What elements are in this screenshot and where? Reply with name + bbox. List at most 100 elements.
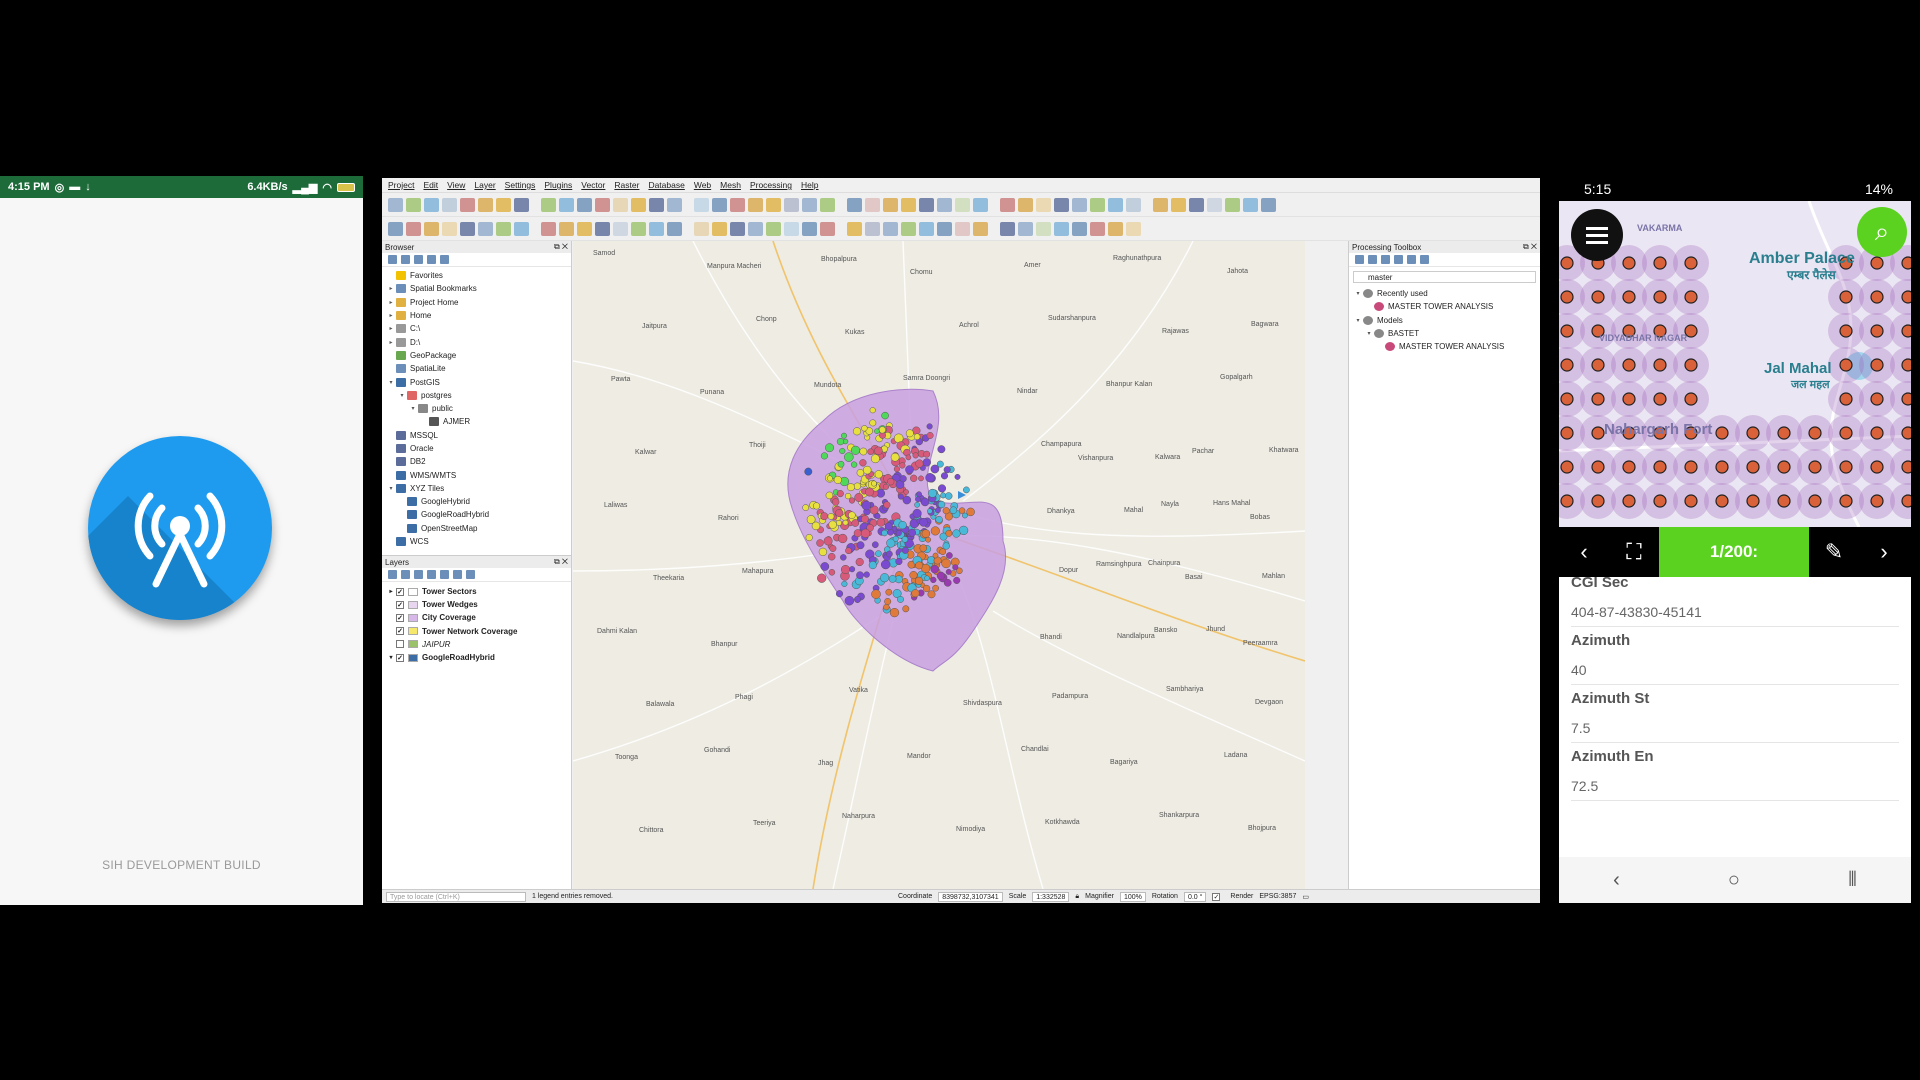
- processing-item[interactable]: ▾ Recently used: [1349, 287, 1540, 300]
- expand-arrow-icon[interactable]: ▸: [386, 312, 396, 319]
- tool-icon[interactable]: [1072, 221, 1087, 236]
- tool-icon[interactable]: [1054, 221, 1069, 236]
- layer-item[interactable]: ✓ City Coverage: [382, 611, 571, 624]
- tool-icon[interactable]: [955, 197, 970, 212]
- crs-button[interactable]: EPSG:3857: [1259, 893, 1296, 900]
- tool-icon[interactable]: [1018, 197, 1033, 212]
- tool-icon[interactable]: [1189, 197, 1204, 212]
- messages-icon[interactable]: ▭: [1302, 893, 1309, 901]
- tool-icon[interactable]: [712, 197, 727, 212]
- browser-item[interactable]: ▾ PostGIS: [382, 375, 571, 388]
- expand-arrow-icon[interactable]: ▸: [386, 285, 396, 292]
- tool-icon[interactable]: [460, 221, 475, 236]
- visibility-icon[interactable]: [414, 570, 423, 579]
- tool-icon[interactable]: [424, 221, 439, 236]
- back-icon[interactable]: ‹: [1613, 869, 1620, 892]
- tool-icon[interactable]: [919, 221, 934, 236]
- tool-icon[interactable]: [694, 197, 709, 212]
- tool-icon[interactable]: [406, 221, 421, 236]
- coordinate-field[interactable]: 8398732,3107341: [938, 891, 1003, 902]
- tool-icon[interactable]: [955, 221, 970, 236]
- radio-tower-icon[interactable]: [88, 436, 272, 620]
- tool-icon[interactable]: [802, 221, 817, 236]
- browser-item[interactable]: MSSQL: [382, 429, 571, 442]
- expand-arrow-icon[interactable]: ▾: [386, 485, 396, 492]
- collapse-icon[interactable]: [453, 570, 462, 579]
- previous-button[interactable]: ‹: [1559, 527, 1609, 577]
- tool-icon[interactable]: [595, 197, 610, 212]
- tool-icon[interactable]: [460, 197, 475, 212]
- browser-item[interactable]: Oracle: [382, 442, 571, 455]
- menu-item[interactable]: Web: [694, 180, 711, 190]
- layer-item[interactable]: ▸ ✓ Tower Sectors: [382, 585, 571, 598]
- browser-item[interactable]: GoogleRoadHybrid: [382, 508, 571, 521]
- processing-item[interactable]: MASTER TOWER ANALYSIS: [1349, 300, 1540, 313]
- info-icon[interactable]: [440, 255, 449, 264]
- browser-item[interactable]: OpenStreetMap: [382, 522, 571, 535]
- menu-item[interactable]: Raster: [614, 180, 639, 190]
- tool-icon[interactable]: [748, 197, 763, 212]
- tool-icon[interactable]: [514, 197, 529, 212]
- tool-icon[interactable]: [901, 197, 916, 212]
- tool-icon[interactable]: [784, 221, 799, 236]
- tool-icon[interactable]: [748, 221, 763, 236]
- browser-item[interactable]: ▾ public: [382, 402, 571, 415]
- tool-icon[interactable]: [865, 221, 880, 236]
- expand-arrow-icon[interactable]: ▸: [386, 325, 396, 332]
- layer-visibility-checkbox[interactable]: ✓: [396, 627, 404, 636]
- attribute-value[interactable]: 404-87-43830-45141: [1571, 597, 1899, 627]
- tool-icon[interactable]: [1126, 221, 1141, 236]
- menu-item[interactable]: Processing: [750, 180, 792, 190]
- browser-item[interactable]: ▸ C:\: [382, 322, 571, 335]
- tool-icon[interactable]: [631, 221, 646, 236]
- browser-item[interactable]: ▾ XYZ Tiles: [382, 482, 571, 495]
- tool-icon[interactable]: [694, 221, 709, 236]
- tool-icon[interactable]: [613, 221, 628, 236]
- refresh-icon[interactable]: [401, 255, 410, 264]
- filter-icon[interactable]: [427, 570, 436, 579]
- tool-icon[interactable]: [883, 197, 898, 212]
- filter-icon[interactable]: [414, 255, 423, 264]
- menu-item[interactable]: Settings: [505, 180, 536, 190]
- tool-icon[interactable]: [559, 221, 574, 236]
- expand-arrow-icon[interactable]: ▾: [1353, 290, 1363, 297]
- edit-button[interactable]: ✎: [1809, 527, 1859, 577]
- processing-search-input[interactable]: master: [1353, 271, 1536, 283]
- add-group-icon[interactable]: [401, 570, 410, 579]
- browser-item[interactable]: ▸ Spatial Bookmarks: [382, 282, 571, 295]
- tool-icon[interactable]: [442, 197, 457, 212]
- history-icon[interactable]: [1381, 255, 1390, 264]
- close-icon[interactable]: ⧉ ✕: [554, 242, 568, 252]
- expand-arrow-icon[interactable]: ▸: [386, 588, 396, 595]
- tool-icon[interactable]: [1153, 197, 1168, 212]
- processing-item[interactable]: ▾ Models: [1349, 314, 1540, 327]
- tool-icon[interactable]: [1090, 221, 1105, 236]
- next-button[interactable]: ›: [1859, 527, 1909, 577]
- tool-icon[interactable]: [649, 197, 664, 212]
- expand-arrow-icon[interactable]: ▾: [386, 654, 396, 661]
- processing-item[interactable]: MASTER TOWER ANALYSIS: [1349, 340, 1540, 353]
- expand-arrow-icon[interactable]: ▾: [386, 379, 396, 386]
- tool-icon[interactable]: [649, 221, 664, 236]
- layer-visibility-checkbox[interactable]: ✓: [396, 587, 404, 596]
- expand-arrow-icon[interactable]: ▸: [386, 299, 396, 306]
- tool-icon[interactable]: [496, 221, 511, 236]
- render-checkbox[interactable]: ✓: [1212, 892, 1221, 901]
- tool-icon[interactable]: [937, 221, 952, 236]
- browser-item[interactable]: Favorites: [382, 269, 571, 282]
- attribute-value[interactable]: 40: [1571, 655, 1899, 685]
- tool-icon[interactable]: [937, 197, 952, 212]
- tool-icon[interactable]: [784, 197, 799, 212]
- tool-icon[interactable]: [478, 197, 493, 212]
- tool-icon[interactable]: [541, 197, 556, 212]
- tool-icon[interactable]: [613, 197, 628, 212]
- tool-icon[interactable]: [1018, 221, 1033, 236]
- browser-item[interactable]: DB2: [382, 455, 571, 468]
- settings-icon[interactable]: [1420, 255, 1429, 264]
- models-icon[interactable]: [1355, 255, 1364, 264]
- tool-icon[interactable]: [820, 197, 835, 212]
- browser-item[interactable]: GoogleHybrid: [382, 495, 571, 508]
- scripts-icon[interactable]: [1368, 255, 1377, 264]
- browser-item[interactable]: GeoPackage: [382, 349, 571, 362]
- tool-icon[interactable]: [1108, 197, 1123, 212]
